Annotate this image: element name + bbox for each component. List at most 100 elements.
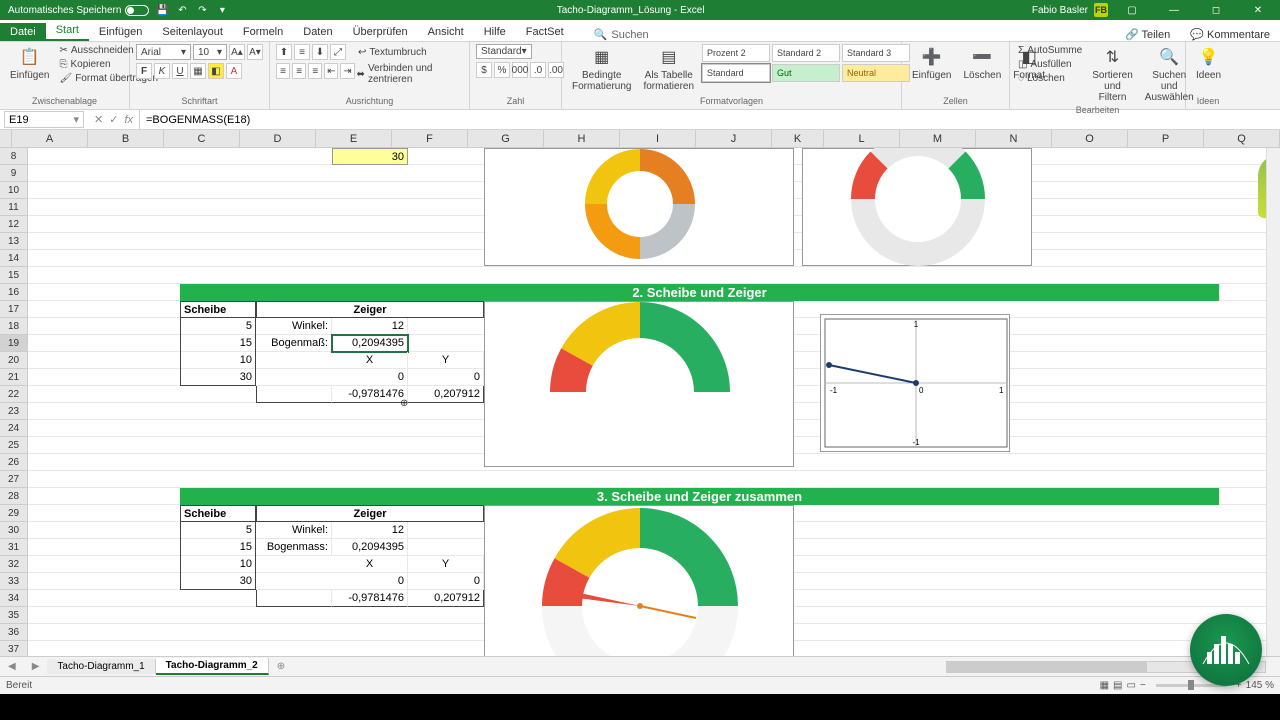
align-middle-button[interactable]: ≡ [294,44,310,60]
chart-donut-1[interactable] [484,148,794,266]
chart-gauge-combined[interactable] [484,505,794,656]
number-format-select[interactable]: Standard▾ [476,44,532,59]
cell-E21[interactable]: 0 [332,369,408,386]
row-header-32[interactable]: 32 [0,556,28,573]
cell-E18[interactable]: 12 [332,318,408,335]
cell-F32[interactable]: Y [408,556,484,573]
col-header-Q[interactable]: Q [1204,130,1280,147]
row-header-23[interactable]: 23 [0,403,28,420]
row-header-24[interactable]: 24 [0,420,28,437]
sheet-nav-next[interactable]: ▶ [24,661,48,672]
tab-hilfe[interactable]: Hilfe [474,23,516,41]
cell-C31[interactable]: 15 [180,539,256,556]
cell-F34[interactable]: 0,207912 [408,590,484,607]
tab-start[interactable]: Start [46,21,89,41]
indent-dec-button[interactable]: ⇤ [324,63,338,79]
redo-icon[interactable]: ↷ [195,3,209,17]
cancel-icon[interactable]: ✕ [94,113,103,126]
new-sheet-button[interactable]: ⊕ [269,661,293,672]
currency-button[interactable]: $ [476,62,492,78]
tab-ueberpruefen[interactable]: Überprüfen [343,23,418,41]
cell-E34[interactable]: -0,9781476 [332,590,408,607]
row-header-22[interactable]: 22 [0,386,28,403]
col-header-I[interactable]: I [620,130,696,147]
col-header-D[interactable]: D [240,130,316,147]
col-header-F[interactable]: F [392,130,468,147]
qat-dropdown-icon[interactable]: ▾ [215,3,229,17]
sheet-tab-2[interactable]: Tacho-Diagramm_2 [156,658,269,675]
font-size-select[interactable]: 10▾ [193,44,227,60]
row-header-17[interactable]: 17 [0,301,28,318]
inc-decimal-button[interactable]: .0 [530,62,546,78]
row-header-8[interactable]: 8 [0,148,28,165]
row-header-27[interactable]: 27 [0,471,28,488]
share-button[interactable]: 🔗 Teilen [1115,28,1180,41]
align-top-button[interactable]: ⬆ [276,44,292,60]
cell-E19[interactable]: 0,2094395 [332,335,408,352]
view-page-break-icon[interactable]: ▭ [1127,680,1136,691]
row-header-16[interactable]: 16 [0,284,28,301]
bold-button[interactable]: F [136,63,152,79]
paste-button[interactable]: 📋 Einfügen [6,44,53,83]
cell-E8[interactable]: 30 [332,148,408,165]
row-header-30[interactable]: 30 [0,522,28,539]
row-header-37[interactable]: 37 [0,641,28,656]
tab-einfuegen[interactable]: Einfügen [89,23,152,41]
col-header-B[interactable]: B [88,130,164,147]
cell-C17[interactable]: Scheibe [180,301,256,318]
undo-icon[interactable]: ↶ [175,3,189,17]
zoom-level[interactable]: 145 % [1246,680,1274,691]
cell-D18[interactable]: Winkel: [256,318,332,335]
user-badge[interactable]: FB [1094,3,1108,17]
cell-D34[interactable] [256,590,332,607]
cell-C30[interactable]: 5 [180,522,256,539]
col-header-K[interactable]: K [772,130,824,147]
style-prozent2[interactable]: Prozent 2 [702,44,770,62]
cell-styles-gallery[interactable]: Prozent 2 Standard 2 Standard 3 Standard… [702,44,910,82]
vertical-scrollbar[interactable] [1266,148,1280,656]
align-bottom-button[interactable]: ⬇ [312,44,328,60]
col-header-N[interactable]: N [976,130,1052,147]
row-header-21[interactable]: 21 [0,369,28,386]
row-header-26[interactable]: 26 [0,454,28,471]
font-name-select[interactable]: Arial▾ [136,44,191,60]
cell-E22[interactable]: -0,9781476 [332,386,408,403]
cell-C19[interactable]: 15 [180,335,256,352]
cell-D30[interactable]: Winkel: [256,522,332,539]
confirm-icon[interactable]: ✓ [109,113,118,126]
col-header-O[interactable]: O [1052,130,1128,147]
delete-cells-button[interactable]: ➖Löschen [959,44,1005,83]
comments-button[interactable]: 💬 Kommentare [1180,28,1280,41]
row-header-13[interactable]: 13 [0,233,28,250]
sheet-nav-prev[interactable]: ◀ [0,661,24,672]
fx-icon[interactable]: fx [124,114,133,126]
conditional-formatting-button[interactable]: ▦Bedingte Formatierung [568,44,635,94]
name-box[interactable]: E19▾ [4,111,84,128]
cell-C18[interactable]: 5 [180,318,256,335]
grow-font-button[interactable]: A▴ [229,44,245,60]
thousands-button[interactable]: 000 [512,62,528,78]
fill-color-button[interactable]: ◧ [208,63,224,79]
view-page-layout-icon[interactable]: ▤ [1113,680,1122,691]
style-standard[interactable]: Standard [702,64,770,82]
row-header-34[interactable]: 34 [0,590,28,607]
tab-factset[interactable]: FactSet [516,23,574,41]
format-as-table-button[interactable]: ▤Als Tabelle formatieren [639,44,698,94]
sort-filter-button[interactable]: ⇅Sortieren und Filtern [1088,44,1137,105]
col-header-A[interactable]: A [12,130,88,147]
cell-D19[interactable]: Bogenmaß: [256,335,332,352]
tab-daten[interactable]: Daten [293,23,342,41]
row-header-18[interactable]: 18 [0,318,28,335]
tab-ansicht[interactable]: Ansicht [418,23,474,41]
orientation-button[interactable]: ⤢ [330,44,346,60]
cell-D17[interactable]: Zeiger [256,301,484,318]
cell-C33[interactable]: 30 [180,573,256,590]
cell-D31[interactable]: Bogenmass: [256,539,332,556]
row-header-14[interactable]: 14 [0,250,28,267]
shrink-font-button[interactable]: A▾ [247,44,263,60]
font-color-button[interactable]: A [226,63,242,79]
autosum-button[interactable]: ΣAutoSumme [1016,44,1084,57]
row-header-25[interactable]: 25 [0,437,28,454]
row-header-31[interactable]: 31 [0,539,28,556]
cell-F22[interactable]: 0,207912 [408,386,484,403]
